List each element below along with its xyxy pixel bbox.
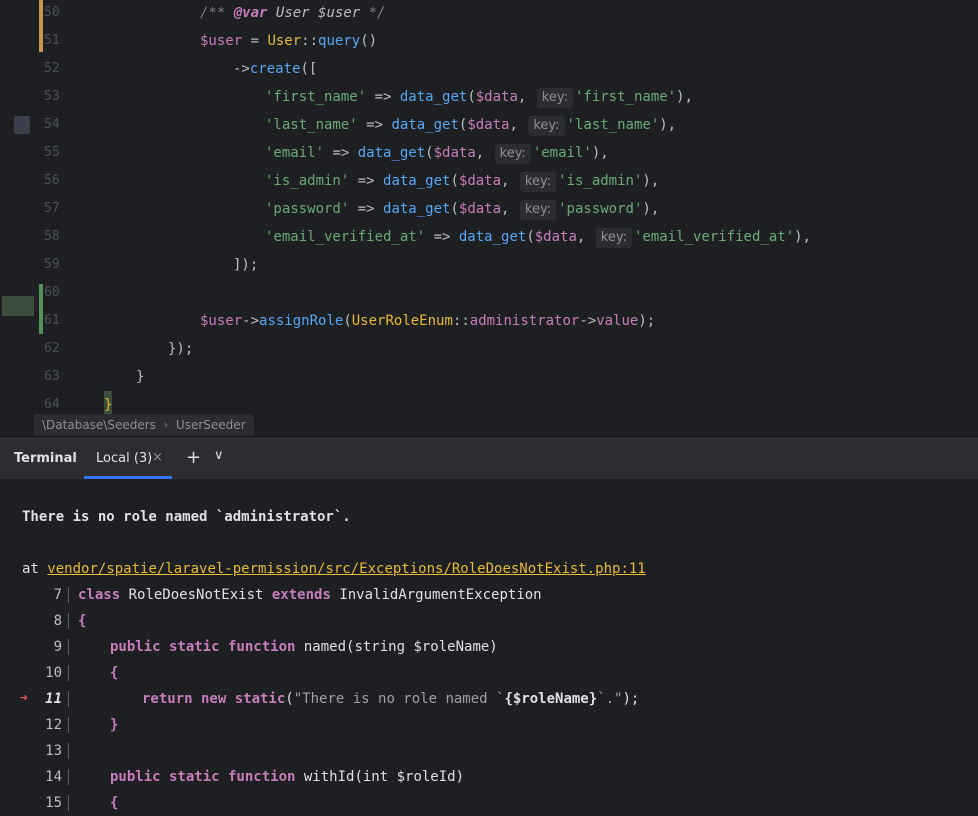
- tab-label: Local (3): [96, 451, 153, 466]
- line-number: 55: [44, 145, 60, 160]
- source-line: 14 public static function withId(int $ro…: [45, 769, 465, 785]
- source-line: 7 class RoleDoesNotExist extends Invalid…: [53, 587, 542, 603]
- code-line-63: 63 }: [0, 363, 978, 391]
- code-line-56: 56 'is_admin' => data_get($data, key:'is…: [0, 167, 978, 195]
- param-hint: key:: [528, 116, 565, 136]
- code-line-60: 60: [0, 279, 978, 307]
- code-line-59: 59 ]);: [0, 251, 978, 279]
- code-line-50: 50 /** @var User $user */: [0, 0, 978, 27]
- line-number: 56: [44, 173, 60, 188]
- code-text: });: [168, 341, 194, 357]
- code-line-55: 55 'email' => data_get($data, key:'email…: [0, 139, 978, 167]
- code-text: 'last_name' => data_get($data, key:'last…: [265, 111, 676, 139]
- line-number: 50: [44, 5, 60, 20]
- source-line: 12 }: [45, 717, 119, 733]
- code-editor[interactable]: 50 /** @var User $user */ 51 $user = Use…: [0, 0, 978, 414]
- breadcrumb-separator-icon: ›: [163, 419, 168, 431]
- line-number: 64: [44, 397, 60, 412]
- source-line: 13: [0, 738, 978, 764]
- close-icon[interactable]: ×: [152, 450, 163, 465]
- code-text: $user = User::query(): [200, 33, 378, 49]
- file-path-link[interactable]: vendor/spatie/laravel-permission/src/Exc…: [47, 561, 645, 577]
- code-text: $user->assignRole(UserRoleEnum::administ…: [200, 313, 656, 329]
- code-text: 'email' => data_get($data, key:'email'),: [265, 139, 609, 167]
- terminal-panel-title: Terminal: [14, 451, 77, 466]
- code-text: 'first_name' => data_get($data, key:'fir…: [265, 83, 693, 111]
- error-location: at vendor/spatie/laravel-permission/src/…: [22, 561, 646, 577]
- line-number: 51: [44, 33, 60, 48]
- code-text: /** @var User $user */: [200, 5, 386, 21]
- line-number: 54: [44, 117, 60, 132]
- code-text: 'is_admin' => data_get($data, key:'is_ad…: [265, 167, 659, 195]
- source-line: 8 {: [53, 613, 87, 629]
- param-hint: key:: [494, 144, 531, 164]
- breadcrumb-class[interactable]: UserSeeder: [176, 418, 246, 432]
- arrow-right-icon: ➜: [20, 691, 28, 706]
- code-line-61: 61 $user->assignRole(UserRoleEnum::admin…: [0, 307, 978, 335]
- line-number: 59: [44, 257, 60, 272]
- code-line-53: 53 'first_name' => data_get($data, key: '…: [0, 83, 978, 111]
- terminal-tabbar: Terminal Local (3) × + ∨: [0, 438, 978, 479]
- code-line-62: 62 });: [0, 335, 978, 363]
- line-number: 58: [44, 229, 60, 244]
- line-number: 53: [44, 89, 60, 104]
- code-text: 'password' => data_get($data, key:'passw…: [265, 195, 659, 223]
- code-text: ->create([: [233, 61, 318, 77]
- line-number: 63: [44, 369, 60, 384]
- code-line-54: 54 'last_name' => data_get($data, key:'l…: [0, 111, 978, 139]
- line-number: 61: [44, 313, 60, 328]
- chevron-down-icon[interactable]: ∨: [214, 448, 224, 463]
- code-line-57: 57 'password' => data_get($data, key:'pa…: [0, 195, 978, 223]
- param-hint: key:: [595, 228, 632, 248]
- param-hint: key:: [519, 200, 557, 220]
- tab-local[interactable]: Local (3) ×: [84, 439, 172, 479]
- param-hint: key:: [536, 88, 573, 108]
- code-line-64: 64 }: [0, 391, 978, 414]
- line-number: 60: [44, 285, 60, 300]
- line-number: 62: [44, 341, 60, 356]
- source-line: 10 {: [45, 665, 119, 681]
- terminal-output[interactable]: There is no role named `administrator`. …: [0, 479, 978, 812]
- param-hint: key:: [519, 172, 557, 192]
- line-number: 52: [44, 61, 60, 76]
- error-message: There is no role named `administrator`.: [22, 509, 351, 525]
- source-line: 9 public static function named(string $r…: [53, 639, 498, 655]
- matched-brace: }: [104, 391, 113, 414]
- source-line-current: ➜ 11 return new static("There is no role…: [0, 686, 978, 712]
- line-number: 57: [44, 201, 60, 216]
- source-line: 15 {: [45, 795, 119, 811]
- code-text: }: [136, 369, 145, 385]
- code-line-58: 58 'email_verified_at' => data_get($data…: [0, 223, 978, 251]
- code-line-51: 51 $user = User::query(): [0, 27, 978, 55]
- code-line-52: 52 ->create([: [0, 55, 978, 83]
- breadcrumb: \Database\Seeders › UserSeeder: [34, 414, 254, 436]
- code-text: 'email_verified_at' => data_get($data, k…: [265, 223, 811, 251]
- breadcrumb-namespace[interactable]: \Database\Seeders: [42, 418, 156, 432]
- code-text: ]);: [233, 257, 259, 273]
- add-tab-button[interactable]: +: [186, 447, 201, 468]
